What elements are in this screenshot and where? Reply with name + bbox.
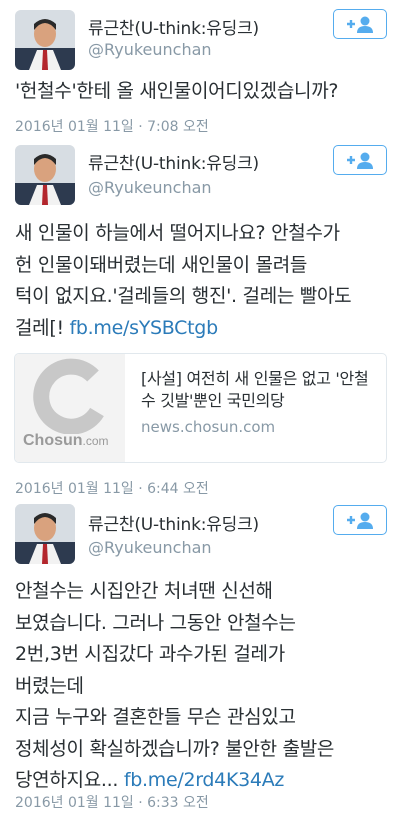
avatar[interactable] — [15, 504, 75, 564]
avatar-photo-icon — [15, 504, 75, 564]
tweet-line: 정체성이 확실하겠습니까? 불안한 출발은 — [15, 737, 335, 760]
tweet-line-text: 당연하지요... — [15, 769, 124, 791]
tweet-line: 걸레[! fb.me/sYSBCtgb — [15, 313, 390, 345]
tweet-line: 헌 인물이돼버렸는데 새인물이 몰려들 — [15, 253, 308, 276]
tweet-1[interactable]: 류근찬(U-think:유딩크) @Ryukeunchan '헌철수'한테 올 … — [0, 0, 400, 140]
tweet-timestamp[interactable]: 2016년 01월 11일 · 6:33 오전 — [15, 792, 209, 812]
tweet-line: '헌철수'한테 올 새인물이어디있겠습니까? — [15, 80, 339, 102]
avatar[interactable] — [15, 10, 75, 70]
tweet-line: 턱이 없지요.'걸레들의 행진'. 걸레는 빨아도 — [15, 285, 352, 307]
tweet-line: 보였습니다. 그러나 그동안 안철수는 — [15, 611, 296, 634]
tweet-text: '헌철수'한테 올 새인물이어디있겠습니까? — [15, 76, 390, 108]
follow-add-user-icon — [347, 152, 373, 169]
tweet-line: 새 인물이 하늘에서 떨어지나요? 안철수가 — [15, 222, 340, 244]
tweet-timestamp[interactable]: 2016년 01월 11일 · 6:44 오전 — [15, 478, 209, 498]
avatar[interactable] — [15, 145, 75, 205]
chosun-logo-icon — [33, 358, 104, 435]
link-preview-card[interactable]: Chosun.com [사설] 여전히 새 인물은 없고 '안철수 깃발'뿐인 … — [14, 353, 387, 463]
card-thumbnail: Chosun.com — [15, 354, 125, 462]
tweet-2[interactable]: 류근찬(U-think:유딩크) @Ryukeunchan 새 인물이 하늘에서… — [0, 140, 400, 500]
tweet-line: 2번,3번 시집갔다 과수가된 걸레가 — [15, 643, 285, 665]
follow-add-user-icon — [347, 512, 373, 529]
user-handle[interactable]: @Ryukeunchan — [88, 40, 212, 59]
tweet-text: 새 인물이 하늘에서 떨어지나요? 안철수가 헌 인물이돼버렸는데 새인물이 몰… — [15, 218, 390, 344]
follow-button[interactable] — [333, 145, 387, 175]
display-name[interactable]: 류근찬(U-think:유딩크) — [88, 14, 259, 39]
tweet-link[interactable]: fb.me/2rd4K34Az — [124, 769, 285, 791]
tweet-link[interactable]: fb.me/sYSBCtgb — [70, 317, 219, 339]
user-handle[interactable]: @Ryukeunchan — [88, 178, 212, 197]
tweet-line: 안철수는 시집안간 처녀땐 신선해 — [15, 580, 273, 602]
display-name[interactable]: 류근찬(U-think:유딩크) — [88, 510, 259, 535]
follow-add-user-icon — [347, 16, 373, 33]
tweet-text: 안철수는 시집안간 처녀땐 신선해 보였습니다. 그러나 그동안 안철수는 2번… — [15, 576, 390, 797]
tweet-timestamp[interactable]: 2016년 01월 11일 · 7:08 오전 — [15, 116, 209, 136]
card-title[interactable]: [사설] 여전히 새 인물은 없고 '안철수 깃발'뿐인 국민의당 — [141, 368, 381, 412]
tweet-3[interactable]: 류근찬(U-think:유딩크) @Ryukeunchan 안철수는 시집안간 … — [0, 500, 400, 814]
display-name[interactable]: 류근찬(U-think:유딩크) — [88, 149, 259, 174]
follow-button[interactable] — [333, 505, 387, 535]
user-handle[interactable]: @Ryukeunchan — [88, 538, 212, 557]
avatar-photo-icon — [15, 10, 75, 70]
follow-button[interactable] — [333, 9, 387, 39]
tweet-line: 지금 누구와 결혼한들 무슨 관심있고 — [15, 706, 296, 728]
chosun-logo-text: Chosun.com — [23, 432, 109, 449]
tweet-line-text: 걸레[! — [15, 316, 70, 339]
tweet-line: 버렸는데 — [15, 674, 84, 697]
avatar-photo-icon — [15, 145, 75, 205]
card-domain: news.chosun.com — [141, 418, 276, 436]
